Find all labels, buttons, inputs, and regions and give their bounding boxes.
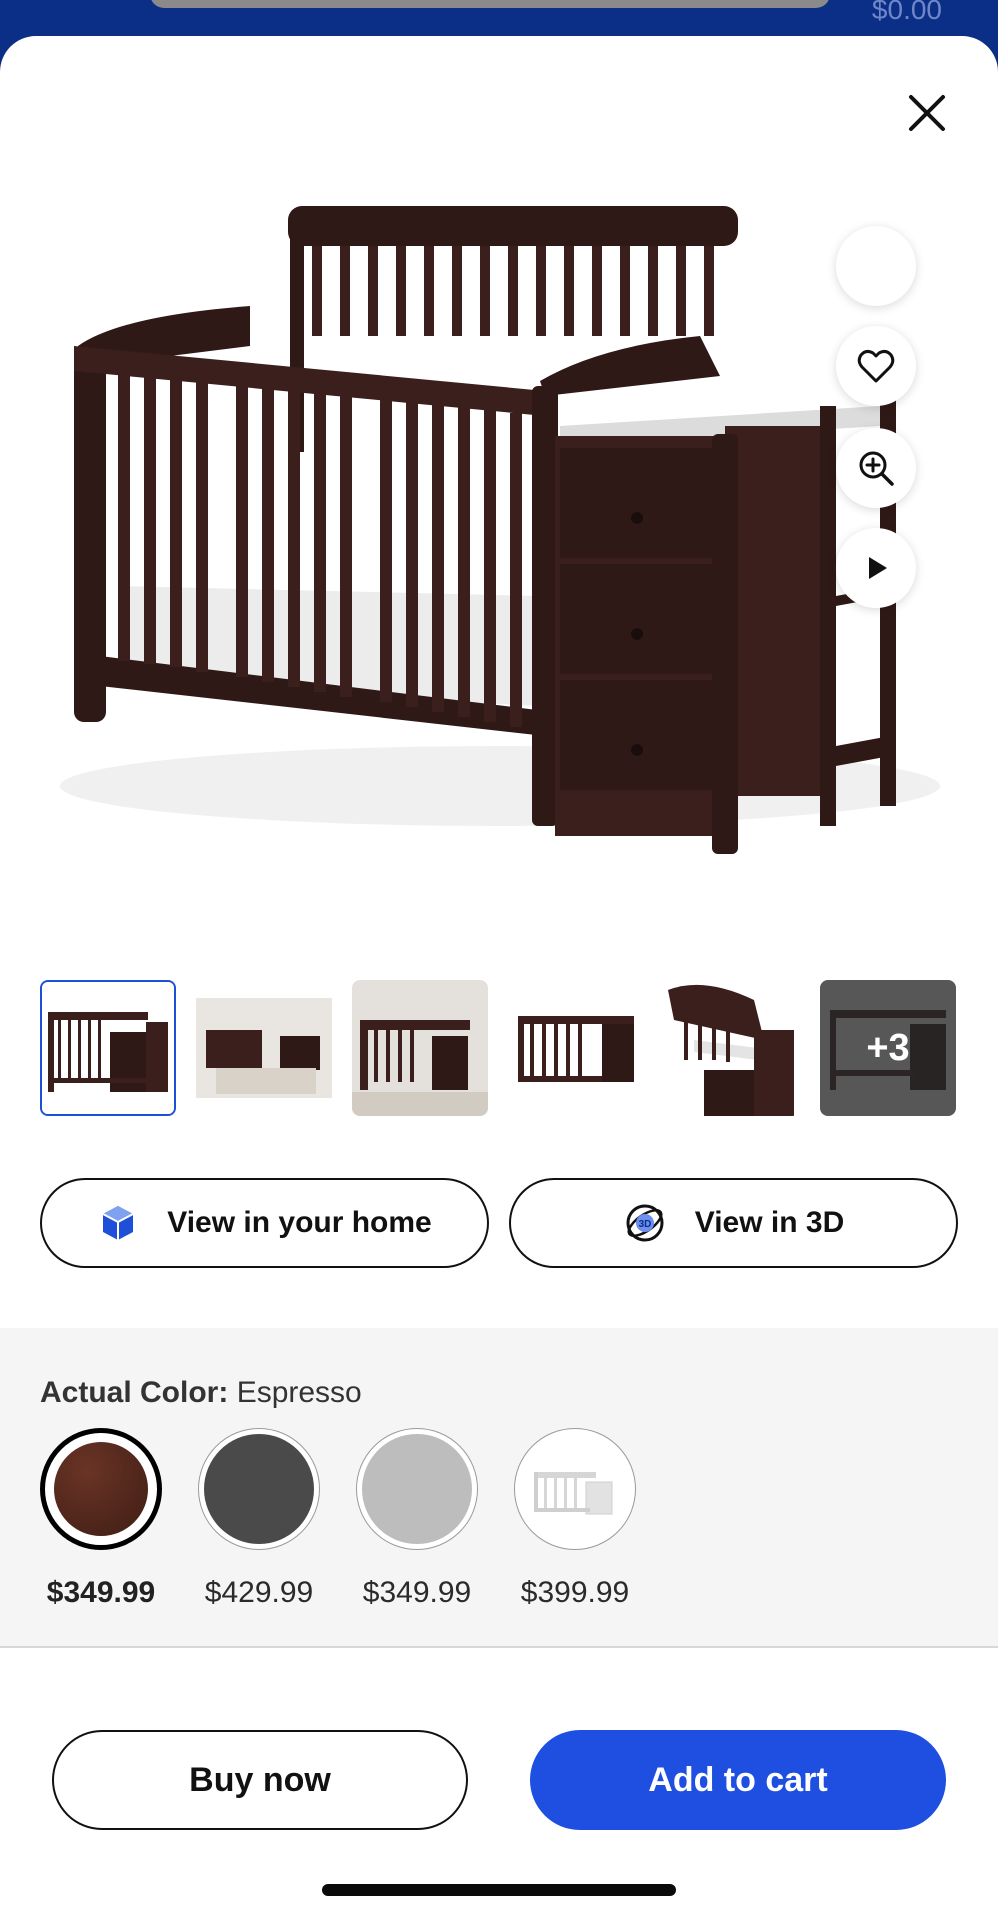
view-in-3d-label: View in 3D xyxy=(694,1206,845,1239)
thumbnail-4[interactable] xyxy=(508,980,644,1116)
color-swatches: $349.99 $429.99 $349.99 $399.99 xyxy=(40,1428,636,1610)
color-option-price: $399.99 xyxy=(520,1576,630,1609)
favorite-button[interactable] xyxy=(836,326,916,406)
play-icon xyxy=(869,557,887,579)
color-option-3[interactable]: $349.99 xyxy=(356,1428,478,1610)
white-crib-thumbnail xyxy=(521,1435,629,1543)
home-indicator[interactable] xyxy=(322,1884,676,1896)
heart-icon xyxy=(857,349,895,383)
nursery-room-image xyxy=(196,980,332,1116)
thumbnail-3[interactable] xyxy=(352,980,488,1116)
crib-front-image xyxy=(508,980,644,1116)
more-images-count: +3 xyxy=(820,980,956,1116)
actual-color-prefix: Actual Color: xyxy=(40,1376,229,1409)
view-in-your-home-label: View in your home xyxy=(167,1206,432,1239)
view-in-3d-button[interactable]: 3D View in 3D xyxy=(509,1178,958,1268)
thumbnail-more[interactable]: +3 xyxy=(820,980,956,1116)
color-option-2[interactable]: $429.99 xyxy=(198,1428,320,1610)
crib-thumbnail-image xyxy=(42,982,174,1114)
thumbnail-5[interactable] xyxy=(664,980,800,1116)
purchase-bar: Buy now Add to cart xyxy=(0,1650,998,1920)
color-option-4[interactable]: $399.99 xyxy=(514,1428,636,1610)
color-selector-panel: Actual Color: Espresso $349.99 $429.99 $… xyxy=(0,1328,998,1648)
cart-total: $0.00 xyxy=(871,0,942,25)
color-swatch-espresso[interactable] xyxy=(40,1428,162,1550)
view-options: View in your home 3D View in 3D xyxy=(40,1178,958,1268)
play-video-button[interactable] xyxy=(836,528,916,608)
zoom-button[interactable] xyxy=(836,428,916,508)
thumbnail-2[interactable] xyxy=(196,980,332,1116)
color-option-1[interactable]: $349.99 xyxy=(40,1428,162,1610)
ar-cube-icon xyxy=(102,1206,134,1240)
swatch-fill xyxy=(204,1434,314,1544)
color-option-price: $349.99 xyxy=(46,1576,156,1609)
thumbnail-1[interactable] xyxy=(40,980,176,1116)
color-swatch-light-gray[interactable] xyxy=(356,1428,478,1550)
color-swatch-gray[interactable] xyxy=(198,1428,320,1550)
actual-color-label: Actual Color: Espresso xyxy=(40,1376,362,1410)
swatch-fill xyxy=(51,1439,151,1539)
buy-now-button[interactable]: Buy now xyxy=(52,1730,468,1830)
close-icon xyxy=(909,95,945,131)
search-bar[interactable] xyxy=(150,0,830,8)
svg-text:3D: 3D xyxy=(638,1219,651,1230)
3d-rotate-icon: 3D xyxy=(626,1204,664,1242)
swatch-fill xyxy=(362,1434,472,1544)
nursery-wall-image xyxy=(352,980,488,1116)
share-button[interactable] xyxy=(836,226,916,306)
close-button[interactable] xyxy=(896,82,958,144)
add-to-cart-button[interactable]: Add to cart xyxy=(530,1730,946,1830)
actual-color-value: Espresso xyxy=(236,1376,362,1409)
color-swatch-white[interactable] xyxy=(514,1428,636,1550)
thumbnail-strip: +3 xyxy=(40,980,960,1116)
product-hero-image[interactable] xyxy=(0,166,998,886)
color-option-price: $349.99 xyxy=(362,1576,472,1609)
view-in-your-home-button[interactable]: View in your home xyxy=(40,1178,489,1268)
product-media-sheet: +3 View in your home 3D View in 3D Actua… xyxy=(0,36,998,1920)
zoom-in-icon xyxy=(859,451,894,486)
crib-angle-image xyxy=(664,980,800,1116)
color-option-price: $429.99 xyxy=(204,1576,314,1609)
